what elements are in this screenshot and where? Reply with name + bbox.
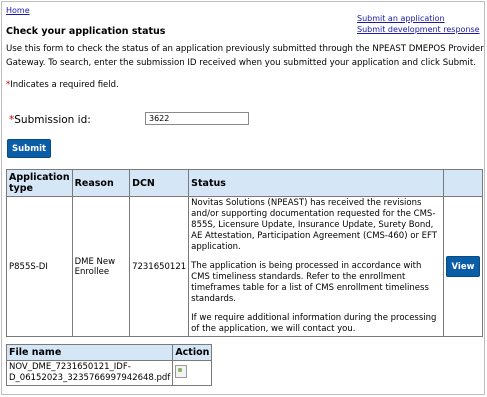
broken-image-icon[interactable] bbox=[175, 365, 188, 378]
page-description: Use this form to check the status of an … bbox=[6, 42, 485, 70]
application-type-cell: P855S-DI bbox=[6, 196, 73, 337]
column-header-dcn: DCN bbox=[129, 169, 190, 197]
column-header-status: Status bbox=[188, 169, 444, 197]
description-line-1: Use this form to check the status of an … bbox=[6, 44, 485, 54]
status-table-header: Application type Reason DCN Status bbox=[6, 169, 484, 197]
column-header-reason: Reason bbox=[71, 169, 131, 197]
status-paragraph: The application is being processed in ac… bbox=[191, 261, 429, 304]
submission-id-label-text: Submission id: bbox=[14, 114, 91, 126]
file-name-cell: NOV_DME_7231650121_IDF-D_06152023_323576… bbox=[5, 360, 174, 386]
file-action-cell bbox=[172, 360, 213, 386]
status-table: Application type Reason DCN Status P855S… bbox=[6, 169, 484, 337]
column-header-application-type: Application type bbox=[6, 169, 73, 197]
column-header-file-name: File name bbox=[5, 344, 174, 361]
file-table: File name Action NOV_DME_7231650121_IDF-… bbox=[5, 344, 213, 386]
description-line-2: Gateway. To search, enter the submission… bbox=[6, 58, 476, 68]
reason-cell: DME New Enrollee bbox=[71, 196, 131, 337]
status-paragraph: If we require additional information dur… bbox=[191, 313, 437, 334]
action-cell: View bbox=[442, 196, 484, 337]
column-header-action bbox=[442, 169, 484, 197]
status-cell: Novitas Solutions (NPEAST) has received … bbox=[188, 196, 444, 337]
submit-application-link[interactable]: Submit an application bbox=[357, 13, 480, 24]
file-table-header: File name Action bbox=[5, 344, 213, 361]
submission-id-input[interactable] bbox=[145, 112, 249, 125]
column-header-file-action: Action bbox=[172, 344, 213, 361]
required-note: *Indicates a required field. bbox=[6, 80, 119, 90]
required-note-text: Indicates a required field. bbox=[10, 80, 119, 90]
submit-development-response-link[interactable]: Submit development response bbox=[357, 24, 480, 35]
table-row: P855S-DI DME New Enrollee 7231650121 Nov… bbox=[6, 196, 484, 337]
top-links: Submit an application Submit development… bbox=[357, 13, 480, 35]
view-button[interactable]: View bbox=[445, 256, 480, 277]
dcn-cell: 7231650121 bbox=[129, 196, 190, 337]
home-link[interactable]: Home bbox=[6, 6, 30, 15]
table-row: NOV_DME_7231650121_IDF-D_06152023_323576… bbox=[5, 360, 213, 386]
status-paragraph: Novitas Solutions (NPEAST) has received … bbox=[191, 198, 437, 252]
submission-id-label: *Submission id: bbox=[9, 114, 91, 126]
submit-button[interactable]: Submit bbox=[7, 139, 51, 158]
page-title: Check your application status bbox=[6, 26, 166, 37]
